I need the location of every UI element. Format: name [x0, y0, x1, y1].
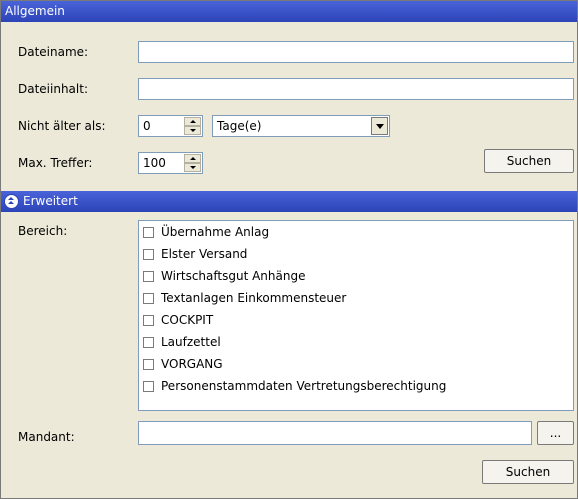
- section-title-extended: Erweitert: [23, 194, 78, 208]
- client-input[interactable]: [139, 422, 531, 444]
- search-extended-button[interactable]: Suchen: [482, 460, 574, 484]
- age-unit-select[interactable]: Tage(e): [212, 115, 390, 137]
- age-stepper-buttons[interactable]: [184, 117, 201, 135]
- content-input[interactable]: [139, 79, 573, 99]
- area-item-label-0: Übernahme Anlag: [161, 225, 270, 239]
- area-checkbox-1[interactable]: [143, 249, 154, 260]
- filename-input[interactable]: [139, 42, 573, 62]
- area-checkbox-3[interactable]: [143, 293, 154, 304]
- age-unit-value: Tage(e): [217, 119, 262, 133]
- area-checkbox-5[interactable]: [143, 337, 154, 348]
- age-stepper[interactable]: 0: [138, 115, 203, 137]
- client-label: Mandant:: [18, 430, 75, 444]
- search-button[interactable]: Suchen: [484, 149, 574, 173]
- browse-button[interactable]: ...: [537, 421, 574, 445]
- area-item-label-4: COCKPIT: [161, 313, 214, 327]
- area-item-label-3: Textanlagen Einkommensteuer: [161, 291, 347, 305]
- search-window: Allgemein Dateiname: Dateiinhalt: Nicht …: [0, 0, 578, 499]
- client-field[interactable]: [138, 421, 532, 445]
- filename-label: Dateiname:: [18, 45, 89, 59]
- chevron-down-icon[interactable]: [371, 117, 388, 135]
- content-label: Dateiinhalt:: [18, 82, 88, 96]
- age-label: Nicht älter als:: [18, 119, 106, 133]
- section-title-general: Allgemein: [5, 4, 65, 18]
- max-hits-stepper-buttons[interactable]: [184, 154, 201, 172]
- filename-field[interactable]: [138, 41, 574, 63]
- max-hits-stepper-up-icon[interactable]: [184, 154, 201, 163]
- section-header-extended[interactable]: Erweitert: [1, 191, 577, 212]
- area-label: Bereich:: [18, 224, 68, 238]
- area-item-label-7: Personenstammdaten Vertretungsberechtigu…: [161, 379, 447, 393]
- max-hits-label: Max. Treffer:: [18, 156, 93, 170]
- area-item-label-1: Elster Versand: [161, 247, 248, 261]
- age-stepper-down-icon[interactable]: [184, 126, 201, 135]
- max-hits-stepper[interactable]: 100: [138, 152, 203, 174]
- area-checkbox-0[interactable]: [143, 227, 154, 238]
- area-checkbox-list: Übernahme Anlag Elster Versand Wirtschaf…: [138, 220, 574, 411]
- area-checkbox-4[interactable]: [143, 315, 154, 326]
- area-checkbox-7[interactable]: [143, 381, 154, 392]
- age-stepper-up-icon[interactable]: [184, 117, 201, 126]
- max-hits-stepper-down-icon[interactable]: [184, 163, 201, 172]
- area-item-label-2: Wirtschaftsgut Anhänge: [161, 269, 306, 283]
- area-checkbox-6[interactable]: [143, 359, 154, 370]
- max-hits-stepper-value: 100: [143, 156, 166, 170]
- area-item-label-5: Laufzettel: [161, 335, 221, 349]
- section-header-general: Allgemein: [1, 1, 577, 22]
- area-item-label-6: VORGANG: [161, 357, 223, 371]
- collapse-icon[interactable]: [4, 194, 19, 209]
- age-stepper-value: 0: [143, 119, 151, 133]
- content-field[interactable]: [138, 78, 574, 100]
- area-checkbox-2[interactable]: [143, 271, 154, 282]
